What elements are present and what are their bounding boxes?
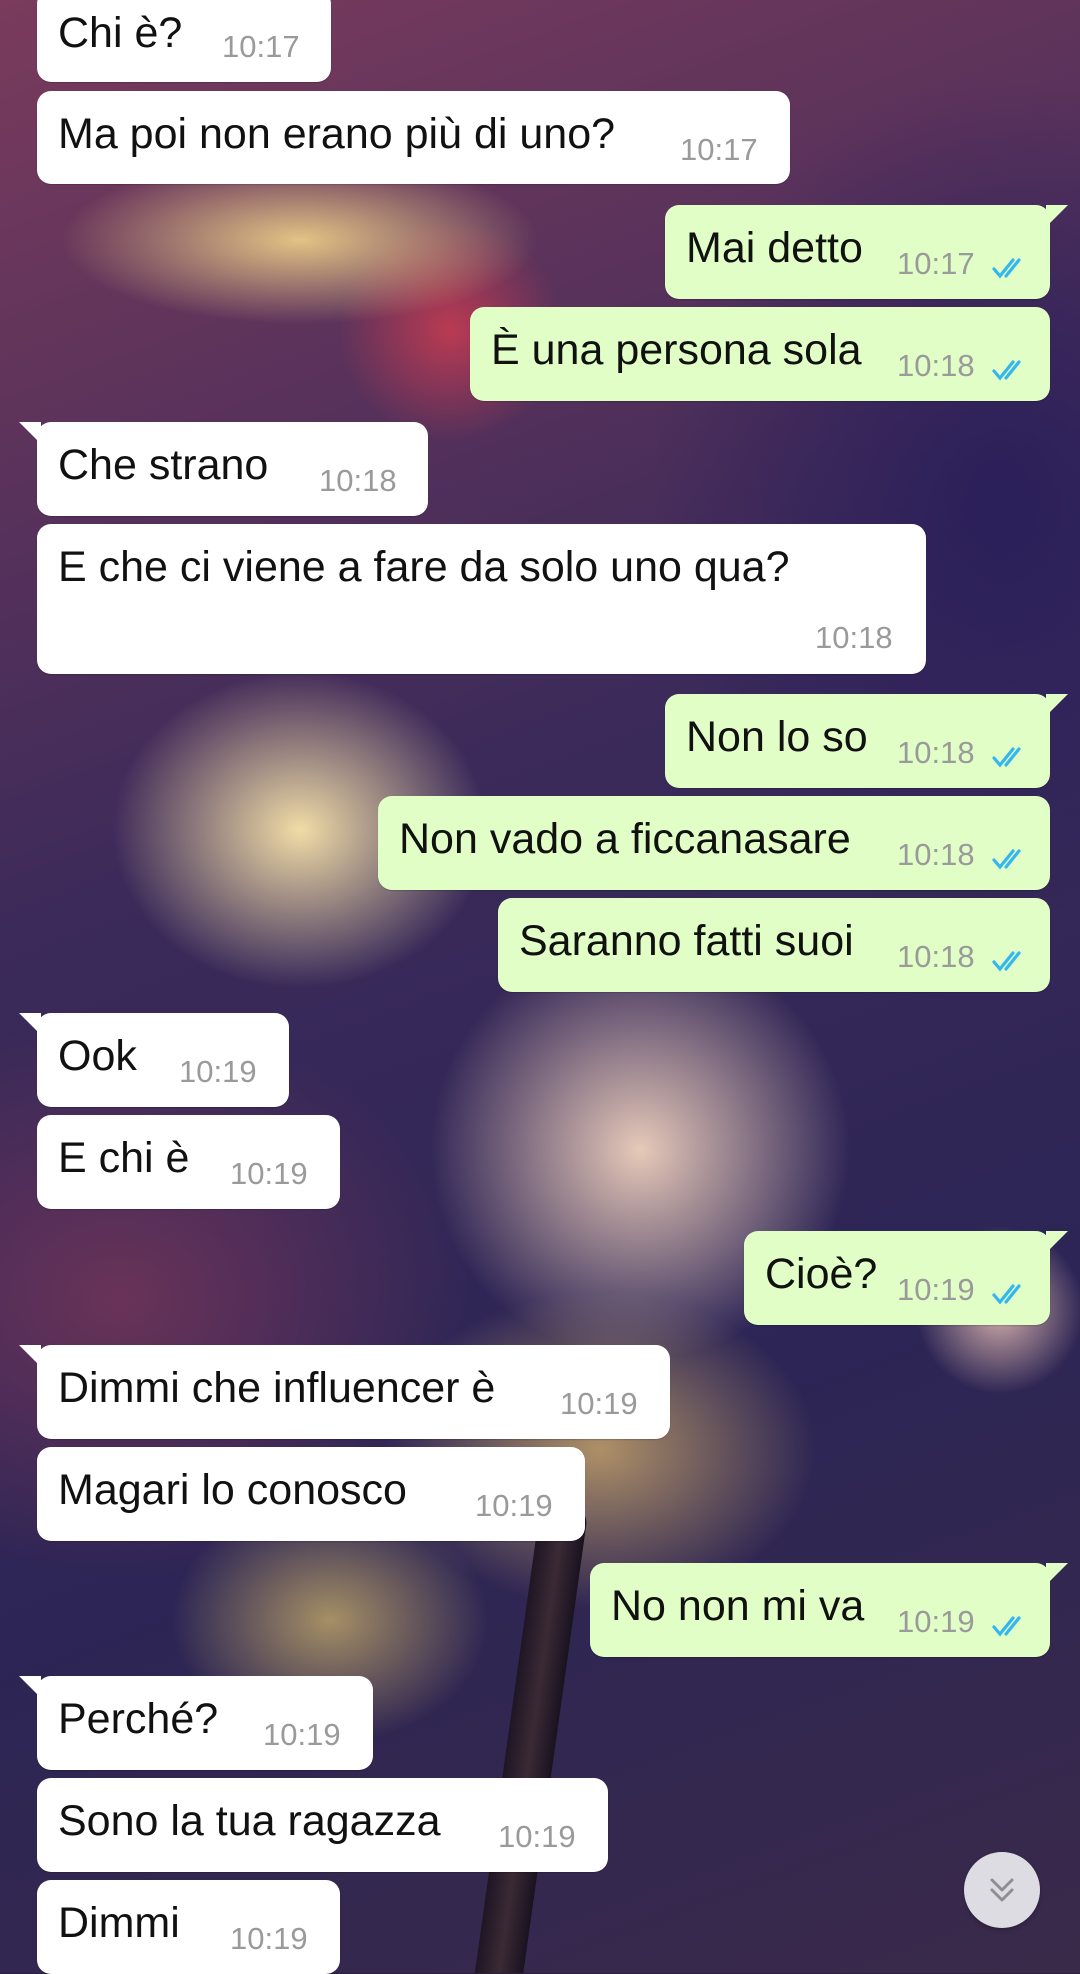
message-time: 10:18 bbox=[815, 620, 893, 655]
message-incoming[interactable]: Ook 10:19 bbox=[19, 1013, 289, 1107]
message-time: 10:17 bbox=[680, 132, 758, 167]
message-text: Sono la tua ragazza bbox=[58, 1797, 441, 1845]
message-time: 10:19 bbox=[475, 1488, 553, 1523]
message-outgoing[interactable]: Cioè? 10:19 bbox=[744, 1231, 1068, 1325]
double-chevron-down-icon bbox=[990, 1878, 1014, 1902]
message-text: Che strano bbox=[58, 441, 269, 489]
message-incoming[interactable]: Perché? 10:19 bbox=[19, 1676, 373, 1770]
message-text: E che ci viene a fare da solo uno qua? bbox=[58, 543, 790, 591]
message-text: No non mi va bbox=[611, 1582, 865, 1630]
message-list[interactable]: Chi è? 10:17 Ma poi non erano più di uno… bbox=[0, 0, 1080, 1974]
read-receipt-icon bbox=[992, 951, 1021, 972]
message-incoming[interactable]: E chi è 10:19 bbox=[37, 1115, 340, 1209]
message-text: Cioè? bbox=[765, 1250, 878, 1298]
message-time: 10:19 bbox=[560, 1386, 638, 1421]
message-text: Ma poi non erano più di uno? bbox=[58, 110, 616, 158]
read-receipt-icon bbox=[992, 747, 1021, 768]
message-text: Saranno fatti suoi bbox=[519, 917, 854, 965]
message-time: 10:19 bbox=[897, 1604, 975, 1639]
message-text: E chi è bbox=[58, 1134, 190, 1182]
message-time: 10:19 bbox=[897, 1272, 975, 1307]
message-incoming[interactable]: Che strano 10:18 bbox=[19, 422, 428, 516]
scroll-to-bottom-button[interactable] bbox=[964, 1852, 1040, 1928]
read-receipt-icon bbox=[992, 849, 1021, 870]
message-time: 10:18 bbox=[319, 463, 397, 498]
message-time: 10:17 bbox=[897, 246, 975, 281]
message-incoming[interactable]: Dimmi 10:19 bbox=[37, 1880, 340, 1974]
message-incoming[interactable]: Dimmi che influencer è 10:19 bbox=[19, 1345, 670, 1439]
message-text: È una persona sola bbox=[491, 326, 862, 374]
read-receipt-icon bbox=[992, 360, 1021, 381]
message-text: Dimmi bbox=[58, 1899, 180, 1947]
message-time: 10:19 bbox=[230, 1156, 308, 1191]
message-time: 10:18 bbox=[897, 837, 975, 872]
message-incoming[interactable]: Magari lo conosco 10:19 bbox=[37, 1447, 585, 1541]
message-incoming[interactable]: Chi è? 10:17 bbox=[37, 0, 331, 82]
message-time: 10:17 bbox=[222, 29, 300, 64]
read-receipt-icon bbox=[992, 1616, 1021, 1637]
message-text: Perché? bbox=[58, 1695, 219, 1743]
message-incoming[interactable]: Ma poi non erano più di uno? 10:17 bbox=[37, 91, 790, 184]
message-outgoing[interactable]: No non mi va 10:19 bbox=[590, 1563, 1068, 1657]
message-time: 10:18 bbox=[897, 348, 975, 383]
message-time: 10:18 bbox=[897, 939, 975, 974]
message-incoming[interactable]: Sono la tua ragazza 10:19 bbox=[37, 1778, 608, 1872]
message-outgoing[interactable]: Mai detto 10:17 bbox=[665, 205, 1068, 299]
read-receipt-icon bbox=[992, 1284, 1021, 1305]
message-outgoing[interactable]: Saranno fatti suoi 10:18 bbox=[498, 898, 1050, 992]
message-text: Non vado a ficcanasare bbox=[399, 815, 851, 863]
message-outgoing[interactable]: È una persona sola 10:18 bbox=[470, 307, 1050, 401]
message-time: 10:19 bbox=[179, 1054, 257, 1089]
message-time: 10:18 bbox=[897, 735, 975, 770]
message-incoming[interactable]: E che ci viene a fare da solo uno qua? 1… bbox=[37, 524, 926, 674]
message-text: Dimmi che influencer è bbox=[58, 1364, 496, 1412]
message-text: Mai detto bbox=[686, 224, 863, 272]
message-outgoing[interactable]: Non lo so 10:18 bbox=[665, 694, 1068, 788]
read-receipt-icon bbox=[992, 258, 1021, 279]
message-text: Magari lo conosco bbox=[58, 1466, 407, 1514]
message-time: 10:19 bbox=[263, 1717, 341, 1752]
message-time: 10:19 bbox=[498, 1819, 576, 1854]
message-text: Non lo so bbox=[686, 713, 868, 761]
message-text: Ook bbox=[58, 1032, 137, 1080]
message-outgoing[interactable]: Non vado a ficcanasare 10:18 bbox=[378, 796, 1050, 890]
message-time: 10:19 bbox=[230, 1921, 308, 1956]
message-text: Chi è? bbox=[58, 9, 183, 57]
